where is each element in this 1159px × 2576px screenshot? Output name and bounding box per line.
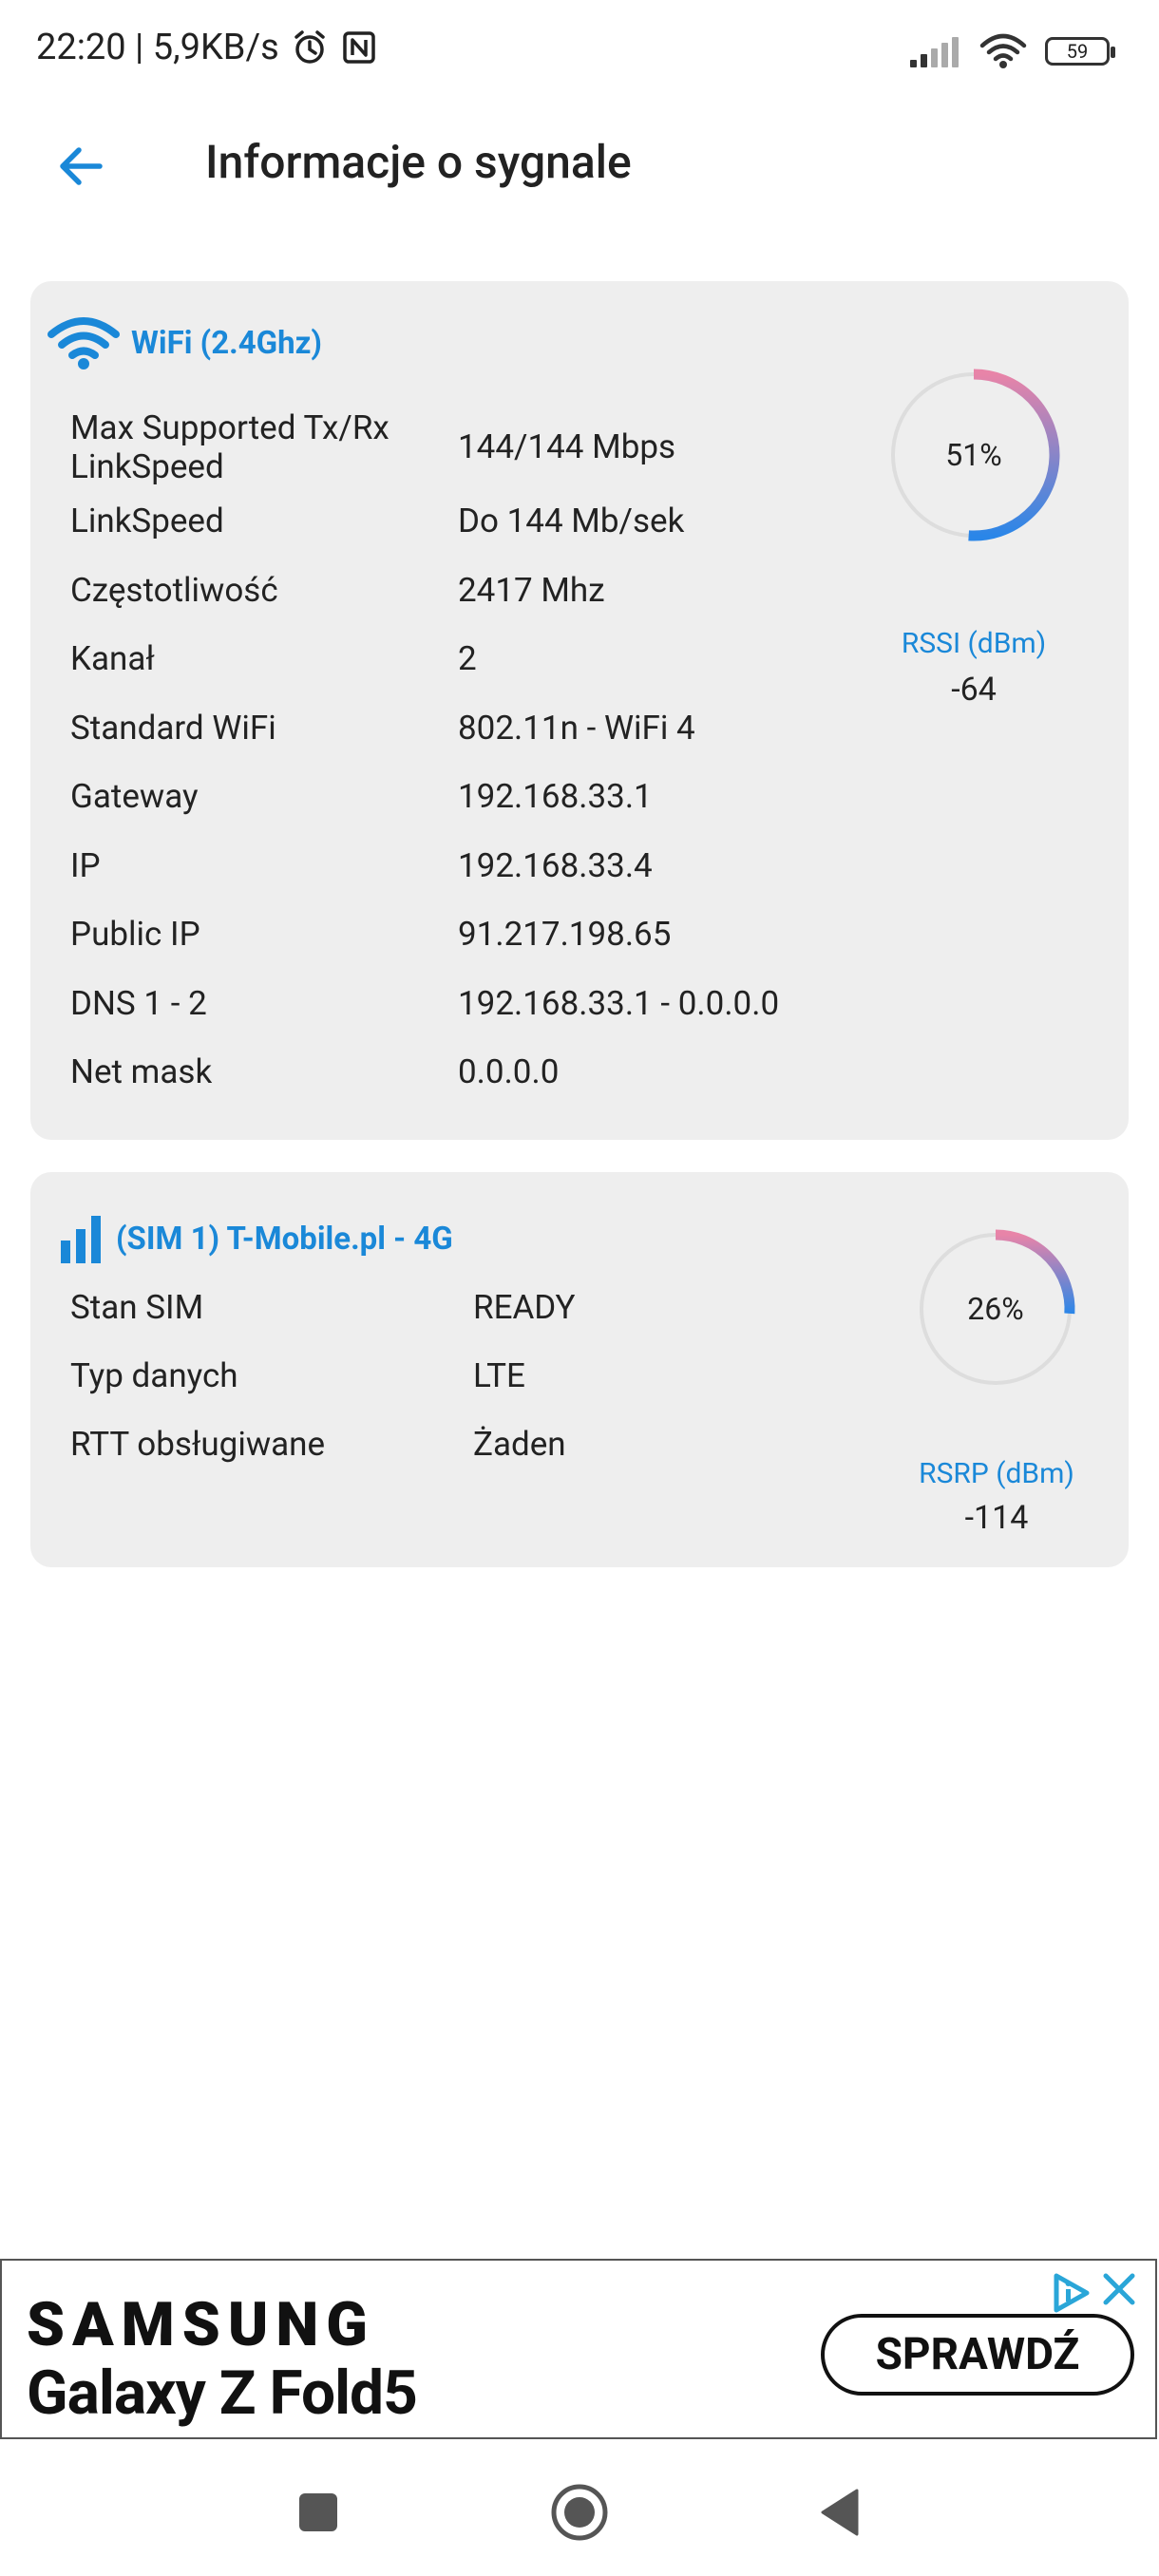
status-icons: 59: [908, 32, 1115, 70]
home-button[interactable]: [546, 2479, 613, 2546]
rsrp-value: -114: [964, 1499, 1029, 1537]
sim-card-header: (SIM 1) T-Mobile.pl - 4G: [48, 1212, 453, 1265]
info-row-value: 192.168.33.4: [458, 845, 653, 885]
sim-info-card: (SIM 1) T-Mobile.pl - 4G Stan SIM READY Ty…: [30, 1172, 1129, 1567]
info-row: Public IP 91.217.198.65: [70, 915, 925, 954]
info-row: Typ danych LTE: [70, 1356, 925, 1395]
info-row: Częstotliwość 2417 Mhz: [70, 571, 925, 610]
info-row-value: 802.11n - WiFi 4: [458, 708, 695, 748]
arrow-left-icon: [60, 147, 103, 185]
rssi-gauge-percent: 51%: [945, 437, 1002, 473]
cell-signal-icon: [910, 37, 959, 67]
info-row: Standard WiFi 802.11n - WiFi 4: [70, 709, 925, 748]
info-row-value: 91.217.198.65: [458, 915, 672, 954]
rsrp-gauge: 26%: [912, 1225, 1079, 1392]
ad-choices-icon[interactable]: [1047, 2268, 1096, 2318]
system-nav-bar: [0, 2441, 1159, 2576]
back-nav-button[interactable]: [808, 2479, 874, 2546]
info-row-value: 2417 Mhz: [458, 570, 605, 610]
info-row-value: 192.168.33.1: [458, 777, 653, 816]
info-row: Stan SIM READY: [70, 1288, 925, 1327]
recents-square-icon: [299, 2493, 337, 2531]
ad-brand: SAMSUNG: [27, 2289, 375, 2360]
alarm-icon: [294, 30, 325, 64]
back-button[interactable]: [48, 133, 114, 199]
signal-bars-icon: [61, 1216, 101, 1263]
ad-product: Galaxy Z Fold5: [27, 2358, 418, 2429]
app-bar: Informacje o sygnale: [0, 104, 1159, 228]
rsrp-gauge-percent: 26%: [967, 1291, 1024, 1327]
info-row-value: READY: [473, 1288, 576, 1327]
info-row: Net mask 0.0.0.0: [70, 1052, 925, 1091]
rssi-value: -64: [951, 671, 997, 709]
status-time: 22:20 | 5,9KB/s: [36, 27, 378, 68]
back-triangle-icon: [821, 2489, 859, 2536]
ad-banner[interactable]: SAMSUNG Galaxy Z Fold5 SPRAWDŹ: [0, 2259, 1157, 2439]
wifi-info-card: WiFi (2.4Ghz) Max Supported Tx/Rx LinkSp…: [30, 281, 1129, 1140]
info-row-label: Kanał: [70, 639, 155, 678]
battery-icon: 59: [1045, 37, 1115, 66]
home-circle-icon: [551, 2484, 608, 2541]
info-row: Max Supported Tx/Rx LinkSpeed 144/144 Mbp…: [70, 408, 925, 487]
wifi-card-header: WiFi (2.4Ghz): [48, 315, 322, 370]
rssi-label: RSSI (dBm): [901, 627, 1047, 660]
ad-cta-button[interactable]: SPRAWDŹ: [821, 2314, 1134, 2396]
info-row-value: 0.0.0.0: [458, 1052, 560, 1091]
info-row-value: Do 144 Mb/sek: [458, 502, 685, 540]
wifi-icon: [979, 33, 1027, 68]
info-row: DNS 1 - 2 192.168.33.1 - 0.0.0.0: [70, 984, 925, 1023]
wifi-card-title: WiFi (2.4Ghz): [131, 324, 322, 362]
info-row: IP 192.168.33.4: [70, 846, 925, 885]
info-row-value: 144/144 Mbps: [458, 427, 676, 466]
wifi-icon: [48, 317, 120, 369]
recents-button[interactable]: [285, 2479, 352, 2546]
rsrp-label: RSRP (dBm): [919, 1457, 1074, 1490]
info-row-value: 2: [458, 639, 477, 678]
info-row: RTT obsługiwane Żaden: [70, 1425, 925, 1464]
ad-close-icon[interactable]: [1096, 2266, 1142, 2312]
rssi-gauge: 51%: [884, 365, 1064, 545]
info-row: LinkSpeed Do 144 Mb/sek: [70, 502, 925, 540]
nfc-icon: [343, 31, 375, 64]
time-and-speed: 22:20 | 5,9KB/s: [36, 27, 279, 68]
page-title: Informacje o sygnale: [205, 135, 632, 189]
battery-level: 59: [1066, 40, 1089, 63]
info-row-value: LTE: [473, 1356, 525, 1395]
status-bar: 22:20 | 5,9KB/s 59: [0, 0, 1159, 104]
info-row: Gateway 192.168.33.1: [70, 777, 925, 816]
info-row: Kanał 2: [70, 639, 925, 678]
info-row-value: 192.168.33.1 - 0.0.0.0: [458, 983, 780, 1023]
sim-card-title: (SIM 1) T-Mobile.pl - 4G: [116, 1220, 453, 1258]
info-row-value: Żaden: [473, 1425, 566, 1464]
